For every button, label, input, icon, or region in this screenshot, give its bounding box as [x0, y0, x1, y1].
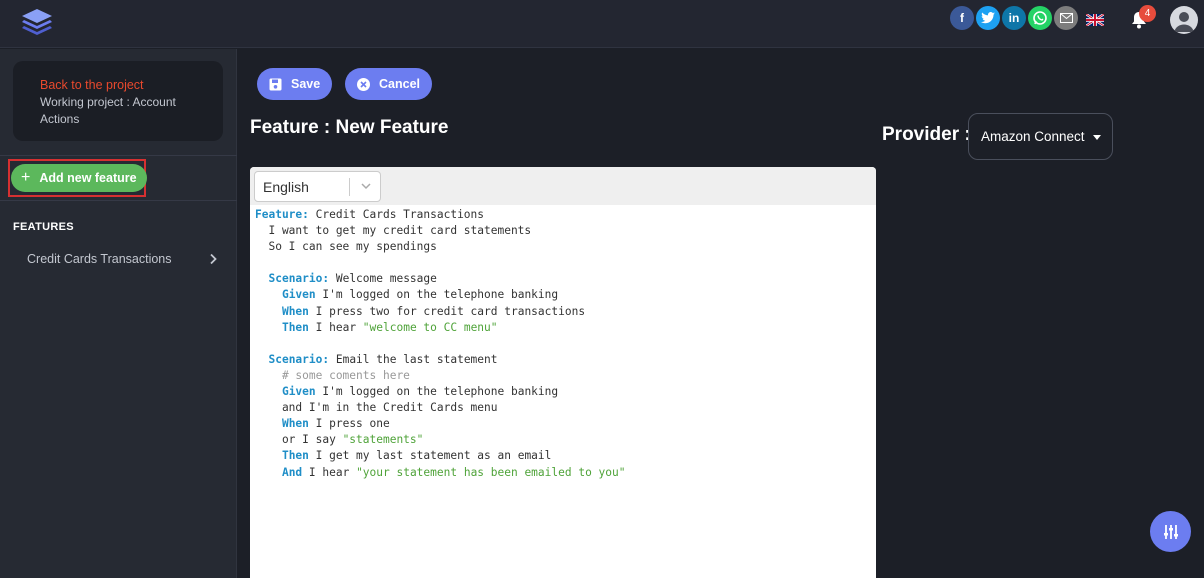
code-text-segment: I want to get my credit card statements	[255, 224, 532, 238]
divider	[0, 200, 237, 201]
project-card: Back to the project Working project : Ac…	[13, 61, 223, 141]
provider-dropdown[interactable]: Amazon Connect	[968, 113, 1113, 160]
layers-logo-icon[interactable]	[20, 7, 54, 37]
cancel-button[interactable]: Cancel	[345, 68, 432, 100]
code-string: "welcome to CC menu"	[362, 320, 498, 334]
twitter-icon[interactable]	[976, 6, 1000, 30]
code-line: or I say "statements"	[255, 432, 625, 448]
select-divider	[349, 178, 350, 196]
email-icon[interactable]	[1054, 6, 1078, 30]
plus-icon: +	[21, 169, 31, 186]
uk-flag-icon[interactable]	[1086, 14, 1104, 26]
working-project-label: Working project : Account Actions	[40, 95, 176, 126]
code-text-segment	[255, 353, 268, 366]
code-keyword: Scenario:	[268, 272, 330, 286]
language-select[interactable]: English	[254, 171, 381, 202]
top-bar: f in 4	[0, 0, 1204, 48]
close-circle-icon	[357, 77, 370, 91]
code-keyword: When	[281, 417, 309, 431]
code-text-segment: Credit Cards Transactions	[308, 208, 485, 221]
sliders-icon	[1163, 524, 1178, 539]
add-new-feature-button[interactable]: + Add new feature	[11, 164, 147, 192]
code-text-segment	[255, 466, 282, 479]
code-text-segment: I hear	[302, 465, 357, 479]
feature-editor[interactable]: English Feature: Credit Cards Transactio…	[250, 167, 876, 578]
code-comment: # some coments here	[255, 368, 410, 382]
code-text-segment: So I can see my spendings	[255, 240, 437, 254]
code-text-segment: I get my last statement as an email	[308, 449, 552, 463]
notification-count-badge: 4	[1139, 5, 1156, 22]
user-avatar-icon[interactable]	[1170, 6, 1198, 34]
code-text-segment: I hear	[308, 320, 363, 334]
code-line: # some coments here	[255, 368, 625, 384]
code-keyword: Then	[281, 320, 309, 334]
code-text-segment: or I say	[255, 433, 343, 447]
code-keyword: When	[281, 304, 309, 318]
code-text-segment	[255, 321, 282, 334]
whatsapp-icon[interactable]	[1028, 6, 1052, 30]
code-text-segment: I'm logged on the telephone banking	[315, 288, 559, 302]
code-text-segment	[255, 385, 282, 398]
code-keyword: Scenario:	[268, 352, 330, 366]
sidebar: Back to the project Working project : Ac…	[0, 49, 237, 578]
code-text-segment: I press one	[308, 417, 390, 431]
code-keyword: Then	[281, 449, 309, 463]
linkedin-icon[interactable]: in	[1002, 6, 1026, 30]
code-text-segment: Welcome message	[329, 272, 437, 286]
code-line: Given I'm logged on the telephone bankin…	[255, 384, 625, 400]
code-string: "your statement has been emailed to you"	[356, 465, 626, 479]
code-line: I want to get my credit card statements	[255, 223, 625, 239]
code-text-segment: I'm logged on the telephone banking	[315, 385, 559, 399]
code-text-segment	[255, 272, 268, 285]
code-line: Given I'm logged on the telephone bankin…	[255, 287, 625, 303]
feature-item-label: Credit Cards Transactions	[27, 252, 172, 266]
divider	[0, 155, 237, 156]
features-heading: FEATURES	[13, 221, 74, 233]
code-line: Then I get my last statement as an email	[255, 448, 625, 464]
code-line: Then I hear "welcome to CC menu"	[255, 320, 625, 336]
caret-down-icon	[1093, 135, 1101, 140]
back-to-project-link[interactable]: Back to the project	[40, 77, 211, 94]
code-keyword: Given	[281, 385, 316, 399]
save-label: Save	[291, 77, 321, 91]
social-share-icons: f in	[950, 6, 1080, 30]
code-keyword: Feature:	[255, 208, 309, 221]
add-new-feature-label: Add new feature	[39, 171, 137, 185]
code-text-segment	[255, 305, 282, 318]
chevron-down-icon	[361, 183, 371, 190]
provider-value: Amazon Connect	[981, 129, 1085, 144]
provider-label: Provider :	[882, 124, 971, 145]
facebook-icon[interactable]: f	[950, 6, 974, 30]
code-text-segment: Email the last statement	[329, 352, 498, 366]
floppy-disk-icon	[269, 78, 282, 90]
language-value: English	[263, 178, 309, 195]
code-keyword: Given	[281, 288, 316, 302]
code-line: Scenario: Welcome message	[255, 271, 625, 287]
code-text-segment	[255, 449, 282, 462]
code-text-segment	[255, 417, 282, 430]
page-title: Feature : New Feature	[250, 117, 449, 138]
code-text[interactable]: Feature: Credit Cards Transactions I wan…	[255, 207, 625, 481]
code-text-segment	[255, 288, 282, 301]
cancel-label: Cancel	[379, 77, 420, 91]
code-line: When I press two for credit card transac…	[255, 304, 625, 320]
code-string: "statements"	[342, 433, 424, 447]
code-line: Feature: Credit Cards Transactions	[255, 207, 625, 223]
code-text-segment: I press two for credit card transactions	[308, 304, 586, 318]
code-keyword: And	[281, 465, 303, 479]
code-line: And I hear "your statement has been emai…	[255, 465, 626, 481]
sidebar-item-feature[interactable]: Credit Cards Transactions	[27, 252, 217, 266]
code-line: Scenario: Email the last statement	[255, 352, 625, 368]
code-line: So I can see my spendings	[255, 239, 625, 255]
code-line: and I'm in the Credit Cards menu	[255, 400, 625, 416]
save-button[interactable]: Save	[257, 68, 332, 100]
code-line: When I press one	[255, 416, 625, 432]
editor-toolbar: English	[250, 167, 876, 205]
chevron-right-icon	[210, 253, 217, 265]
settings-sliders-button[interactable]	[1150, 511, 1191, 552]
code-text-segment: and I'm in the Credit Cards menu	[255, 401, 498, 415]
